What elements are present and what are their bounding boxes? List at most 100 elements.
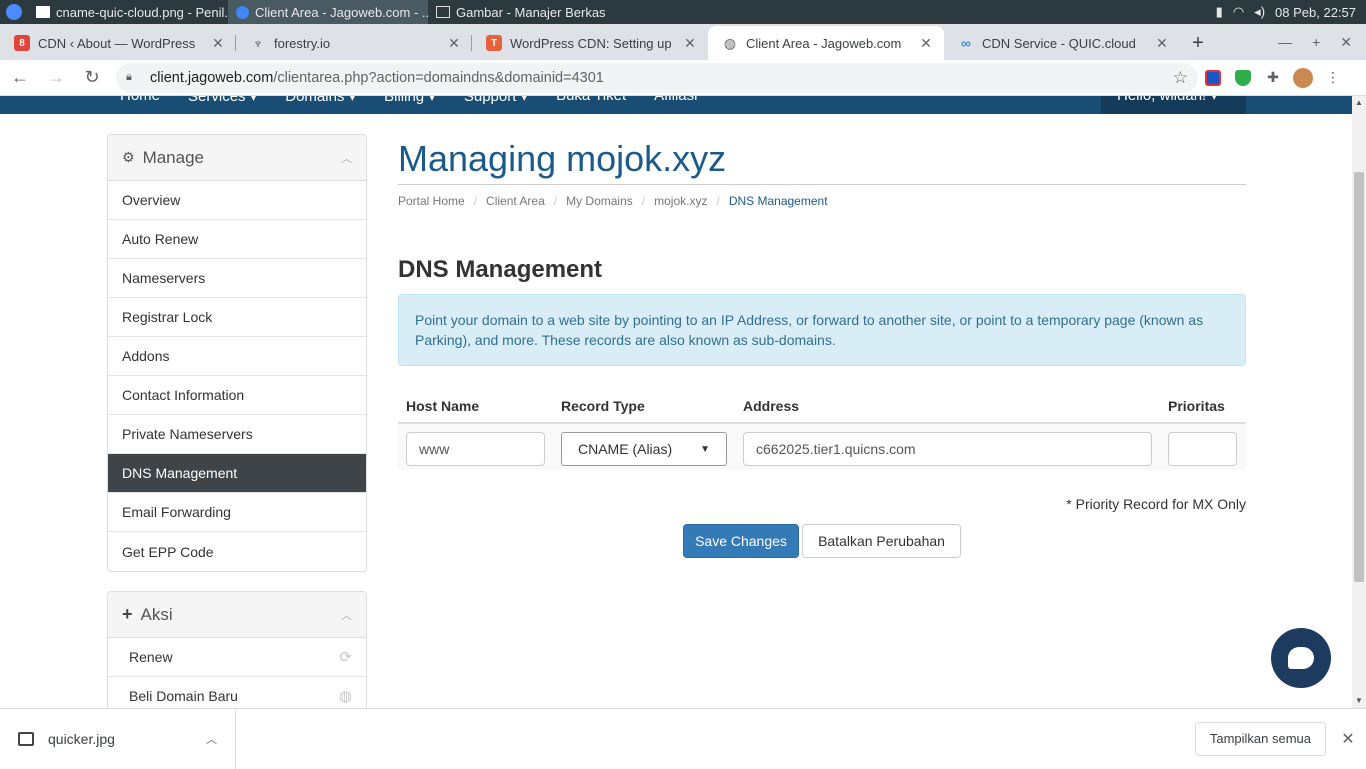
scroll-up-arrow-icon[interactable]: ▲: [1352, 96, 1366, 110]
manage-panel: ⚙ Manage ︿ Overview Auto Renew Nameserve…: [107, 134, 367, 572]
sidebar-item-label: Registrar Lock: [122, 309, 213, 325]
bookmark-star-icon[interactable]: ☆: [1173, 68, 1188, 88]
taskbar-window-3[interactable]: Gambar - Manajer Berkas: [428, 0, 628, 24]
breadcrumb-link[interactable]: mojok.xyz: [654, 194, 707, 208]
sidebar-item-nameservers[interactable]: Nameservers: [108, 259, 366, 298]
nav-billing[interactable]: Billing ▾: [384, 96, 436, 105]
scroll-down-arrow-icon[interactable]: ▼: [1352, 694, 1366, 708]
browser-tab[interactable]: 8 CDN ‹ About — WordPress ✕: [0, 26, 236, 60]
address-input[interactable]: [743, 432, 1152, 466]
extension-button[interactable]: [1228, 63, 1258, 93]
nav-services[interactable]: Services ▾: [188, 96, 257, 105]
tab-label: CDN Service - QUIC.cloud: [982, 35, 1136, 51]
tab-close-icon[interactable]: ✕: [918, 35, 934, 52]
tab-close-icon[interactable]: ✕: [210, 35, 226, 52]
priority-input[interactable]: [1168, 432, 1237, 466]
sidebar-item-auto-renew[interactable]: Auto Renew: [108, 220, 366, 259]
sidebar-item-addons[interactable]: Addons: [108, 337, 366, 376]
url-path: /clientarea.php?action=domaindns&domaini…: [273, 69, 604, 86]
close-window-icon[interactable]: ✕: [1340, 34, 1352, 51]
download-item[interactable]: quicker.jpg ︿: [0, 708, 236, 769]
page-scrollbar[interactable]: ▲ ▼: [1352, 96, 1366, 708]
sidebar-item-register-new-domain[interactable]: Beli Domain Baru ◍: [108, 677, 366, 708]
profile-avatar[interactable]: [1288, 63, 1318, 93]
record-type-select[interactable]: CNAME (Alias) ▼: [561, 432, 727, 466]
breadcrumb-current: DNS Management: [728, 194, 828, 208]
nav-open-ticket[interactable]: Buka Tiket: [556, 96, 626, 105]
wordpress-favicon-icon: 8: [14, 35, 30, 51]
show-all-downloads-button[interactable]: Tampilkan semua: [1194, 721, 1326, 756]
account-menu[interactable]: Hello, wildan! ▾: [1101, 96, 1246, 114]
cancel-changes-button[interactable]: Batalkan Perubahan: [802, 524, 961, 558]
manage-panel-header[interactable]: ⚙ Manage ︿: [108, 135, 366, 181]
shield-extension-icon: [1235, 69, 1251, 86]
tab-close-icon[interactable]: ✕: [1154, 35, 1170, 52]
image-file-icon: [18, 731, 34, 746]
browser-menu-icon[interactable]: ⋮: [1318, 63, 1348, 93]
sidebar-item-label: Contact Information: [122, 387, 245, 403]
app-menu-button[interactable]: [0, 0, 28, 24]
taskbar-window-1[interactable]: cname-quic-cloud.png - Penil...: [28, 0, 228, 24]
quic-cloud-favicon-icon: ∞: [961, 35, 971, 51]
reload-icon[interactable]: ↻: [76, 62, 108, 94]
taskbar-window-label: Client Area - Jagoweb.com - ...: [255, 4, 428, 20]
sidebar-item-dns-management[interactable]: DNS Management: [108, 454, 366, 493]
chevron-up-icon[interactable]: ︿: [341, 607, 352, 623]
lock-icon[interactable]: 🔒︎: [126, 71, 140, 84]
sidebar-item-private-nameservers[interactable]: Private Nameservers: [108, 415, 366, 454]
actions-panel-header[interactable]: + Aksi ︿: [108, 592, 366, 638]
wifi-icon[interactable]: ◠: [1233, 4, 1244, 20]
column-header: Address: [743, 398, 800, 414]
taskbar-window-2[interactable]: Client Area - Jagoweb.com - ...: [228, 0, 428, 24]
nav-domains[interactable]: Domains ▾: [285, 96, 356, 105]
chevron-up-icon[interactable]: ︿: [341, 150, 352, 166]
breadcrumb-link[interactable]: Portal Home: [398, 194, 465, 208]
breadcrumb-link[interactable]: My Domains: [566, 194, 633, 208]
browser-tab[interactable]: ♆ forestry.io ✕: [236, 26, 472, 60]
sidebar-item-registrar-lock[interactable]: Registrar Lock: [108, 298, 366, 337]
sidebar-item-label: Auto Renew: [122, 231, 199, 247]
forward-arrow-icon[interactable]: →: [40, 62, 72, 94]
minimize-icon[interactable]: —: [1278, 34, 1292, 51]
sidebar-item-get-epp-code[interactable]: Get EPP Code: [108, 532, 366, 571]
sidebar-item-overview[interactable]: Overview: [108, 181, 366, 220]
new-tab-button[interactable]: +: [1180, 26, 1216, 60]
host-name-input[interactable]: [406, 432, 545, 466]
sidebar-item-label: Beli Domain Baru: [129, 688, 238, 704]
browser-tab[interactable]: T WordPress CDN: Setting up qu ✕: [472, 26, 708, 60]
sidebar-item-label: Get EPP Code: [122, 543, 214, 560]
battery-icon[interactable]: ▮: [1216, 4, 1223, 20]
account-menu-label: Hello, wildan! ▾: [1117, 96, 1218, 104]
chat-icon: [1288, 647, 1314, 669]
nav-home[interactable]: Home: [120, 96, 160, 105]
sidebar-item-email-forwarding[interactable]: Email Forwarding: [108, 493, 366, 532]
volume-icon[interactable]: ◂): [1254, 4, 1265, 20]
tab-close-icon[interactable]: ✕: [446, 35, 462, 52]
sidebar-item-label: Addons: [122, 348, 170, 364]
sidebar-item-renew[interactable]: Renew ⟳: [108, 638, 366, 677]
browser-tab-active[interactable]: ◍ Client Area - Jagoweb.com ✕: [708, 26, 944, 60]
save-changes-button[interactable]: Save Changes: [683, 524, 799, 558]
live-chat-button[interactable]: [1271, 628, 1331, 688]
nav-affiliate[interactable]: Afiliasi: [654, 96, 697, 105]
back-arrow-icon[interactable]: ←: [4, 62, 36, 94]
extension-button[interactable]: [1198, 63, 1228, 93]
globe-icon: ◍: [338, 688, 352, 705]
extensions-puzzle-icon[interactable]: ✚: [1258, 63, 1288, 93]
browser-tab[interactable]: ∞ CDN Service - QUIC.cloud ✕: [944, 26, 1180, 60]
address-bar[interactable]: 🔒︎ client.jagoweb.com/clientarea.php?act…: [116, 62, 1198, 93]
scrollbar-thumb[interactable]: [1354, 172, 1364, 582]
system-tray: ▮ ◠ ◂) 08 Peb, 22:57: [1216, 4, 1366, 20]
chevron-up-icon[interactable]: ︿: [206, 731, 217, 747]
refresh-icon: ⟳: [339, 649, 352, 666]
nav-support[interactable]: Support ▾: [464, 96, 528, 105]
site-nav-items: Home Services ▾ Domains ▾ Billing ▾ Supp…: [120, 96, 697, 105]
sidebar-item-label: DNS Management: [122, 465, 238, 481]
maximize-icon[interactable]: +: [1312, 34, 1320, 51]
close-downloads-icon[interactable]: ✕: [1330, 729, 1366, 749]
sidebar-item-contact-information[interactable]: Contact Information: [108, 376, 366, 415]
tab-close-icon[interactable]: ✕: [682, 35, 698, 52]
breadcrumb-link[interactable]: Client Area: [486, 194, 545, 208]
clock[interactable]: 08 Peb, 22:57: [1275, 5, 1356, 20]
tab-label: Client Area - Jagoweb.com: [746, 35, 902, 51]
